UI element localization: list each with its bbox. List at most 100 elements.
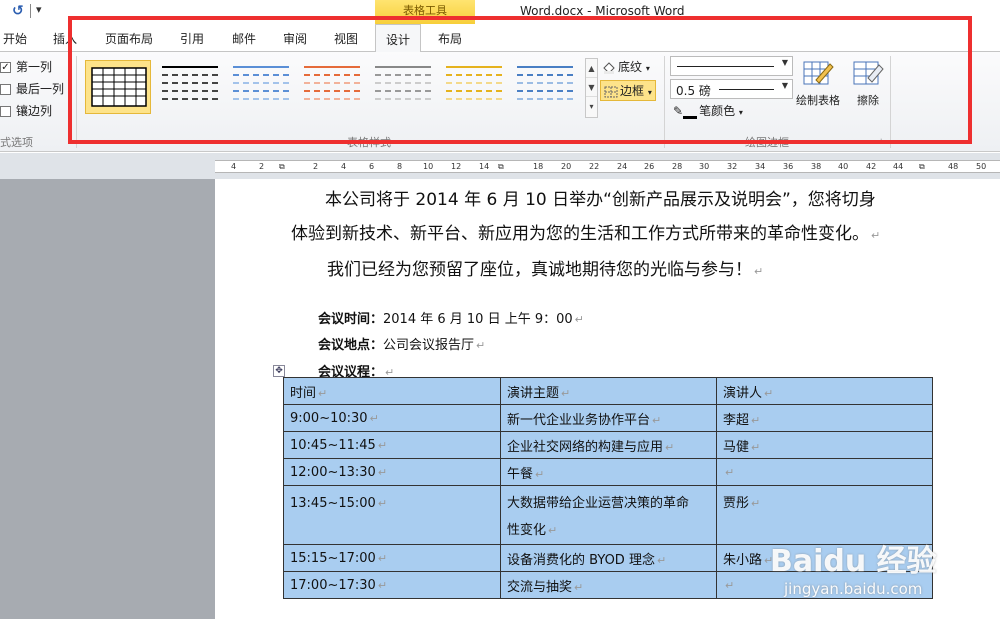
ruler-tick: 32 <box>727 162 738 171</box>
table-style-orange[interactable] <box>299 60 365 114</box>
cell-text: 10:45~11:45 <box>290 437 376 453</box>
cell-mark: ↵ <box>751 413 761 427</box>
customize-qat-icon[interactable]: ▾ <box>36 3 42 16</box>
table-cell[interactable]: 设备消费化的 BYOD 理念 ↵ <box>500 544 717 572</box>
eraser-button[interactable]: 擦除 <box>852 58 884 108</box>
table-cell[interactable]: 时间 ↵ <box>283 377 501 405</box>
checkbox-checked-icon[interactable]: ✓ <box>0 62 11 73</box>
ruler-column-marker[interactable]: ⧉ <box>498 161 504 173</box>
cell-mark: ↵ <box>652 413 662 427</box>
tab-layout[interactable]: 布局 <box>438 30 462 47</box>
paragraph-mark: ↵ <box>754 265 764 278</box>
ribbon-tabs: 开始 插入 页面布局 引用 邮件 审阅 视图 设计 布局 <box>0 24 1000 53</box>
cell-text: 演讲主题 <box>507 385 560 401</box>
group-label-table-styles: 表格样式 <box>347 136 391 149</box>
table-move-handle-icon[interactable]: ✥ <box>273 365 285 377</box>
table-style-grid[interactable] <box>85 60 151 114</box>
ruler-tick: 2 <box>259 162 265 171</box>
table-cell[interactable]: 12:00~13:30 ↵ <box>283 458 501 486</box>
scroll-up-icon[interactable]: ▲ <box>586 59 597 78</box>
ruler-margin-marker[interactable]: ⧉ <box>279 161 285 173</box>
shading-label: 底纹 <box>618 60 643 74</box>
table-cell[interactable]: 新一代企业业务协作平台 ↵ <box>500 404 717 432</box>
horizontal-ruler[interactable]: 4 2 ⧉ 2 4 6 8 10 12 14 ⧉ 18 20 22 24 26 … <box>215 160 1000 173</box>
ruler-tick: 14 <box>479 162 490 171</box>
tab-view[interactable]: 视图 <box>334 30 358 47</box>
table-cell[interactable]: 9:00~10:30 ↵ <box>283 404 501 432</box>
tab-mailings[interactable]: 邮件 <box>232 30 256 47</box>
table-cell[interactable]: 李超 ↵ <box>716 404 933 432</box>
borders-button[interactable]: 边框 ▾ <box>600 80 656 101</box>
ruler-tick: 30 <box>699 162 710 171</box>
table-cell[interactable]: 10:45~11:45 ↵ <box>283 431 501 459</box>
gallery-more-icon[interactable]: ▾ <box>586 97 597 116</box>
dialog-launcher-icon[interactable]: ⌟ <box>878 134 882 144</box>
draw-table-button[interactable]: 绘制表格 <box>796 58 840 108</box>
table-cell[interactable]: 马健 ↵ <box>716 431 933 459</box>
table-cell[interactable]: 15:15~17:00 ↵ <box>283 544 501 572</box>
table-style-gold[interactable] <box>441 60 507 114</box>
ruler-tick: 18 <box>533 162 544 171</box>
table-cell[interactable]: 交流与抽奖 ↵ <box>500 571 717 599</box>
checkbox-unchecked-icon[interactable] <box>0 84 11 95</box>
cell-text: 新一代企业业务协作平台 <box>507 412 651 428</box>
tab-home[interactable]: 开始 <box>3 30 27 47</box>
tab-insert[interactable]: 插入 <box>53 30 77 47</box>
table-style-black[interactable] <box>157 60 223 114</box>
draw-table-icon <box>803 61 834 85</box>
group-label-draw-borders: 绘图边框 <box>745 136 789 149</box>
table-style-gray[interactable] <box>370 60 436 114</box>
table-cell[interactable]: 午餐 ↵ <box>500 458 717 486</box>
invitation-paragraph-line2: 体验到新技术、新平台、新应用为您的生活和工作方式所带来的革命性变化。 ↵ <box>291 219 880 244</box>
table-cell[interactable]: 企业社交网络的构建与应用 ↵ <box>500 431 717 459</box>
checkbox-unchecked-icon[interactable] <box>0 106 11 117</box>
shading-button[interactable]: 底纹 ▾ <box>602 58 650 75</box>
cell-text: 交流与抽奖 <box>507 579 573 595</box>
ruler-tick: 36 <box>783 162 794 171</box>
chevron-down-icon: ▾ <box>645 64 650 73</box>
watermark-url: jingyan.baidu.com <box>784 580 923 598</box>
invitation-paragraph-line1: 本公司将于 2014 年 6 月 10 日举办“创新产品展示及说明会”，您将切身 <box>325 185 876 210</box>
table-style-steel-blue[interactable] <box>512 60 578 114</box>
ruler-tick: 24 <box>617 162 628 171</box>
table-cell[interactable]: ↵ <box>716 458 933 486</box>
pen-color-swatch <box>683 116 698 119</box>
undo-icon[interactable]: ↺ <box>12 3 24 19</box>
cell-mark: ↵ <box>377 465 388 479</box>
ruler-tick: 22 <box>589 162 600 171</box>
paragraph-mark: ↵ <box>476 339 486 352</box>
ruler-tick: 48 <box>948 162 959 171</box>
table-tools-context-header: 表格工具 <box>375 0 475 24</box>
pen-color-button[interactable]: ✎ 笔颜色 ▾ <box>673 102 743 119</box>
tab-page-layout[interactable]: 页面布局 <box>105 30 153 47</box>
checkbox-last-column[interactable]: 最后一列 <box>0 80 64 97</box>
tab-references[interactable]: 引用 <box>180 30 204 47</box>
body-text: 我们已经为您预留了座位，真诚地期待您的光临与参与！ <box>327 260 752 280</box>
meeting-place-line: 会议地点：公司会议报告厅 ↵ <box>318 334 485 353</box>
scroll-down-icon[interactable]: ▼ <box>586 78 597 97</box>
table-cell[interactable]: 17:00~17:30 ↵ <box>283 571 501 599</box>
checkbox-first-column[interactable]: ✓ 第一列 <box>0 58 52 75</box>
tab-design[interactable]: 设计 <box>375 24 422 53</box>
chevron-down-icon[interactable]: ▼ <box>782 58 788 67</box>
tab-review[interactable]: 审阅 <box>283 30 307 47</box>
cell-mark: ↵ <box>751 497 761 510</box>
table-style-blue[interactable] <box>228 60 294 114</box>
chevron-down-icon[interactable]: ▼ <box>782 81 788 90</box>
meeting-time-line: 会议时间：2014 年 6 月 10 日 上午 9：00 ↵ <box>318 308 584 327</box>
line-style-dropdown[interactable]: ▼ <box>670 56 793 76</box>
ruler-margin-marker[interactable]: ⧉ <box>919 161 925 173</box>
table-cell[interactable]: 13:45~15:00 ↵ <box>283 485 501 545</box>
table-cell[interactable]: 演讲主题 ↵ <box>500 377 717 405</box>
table-cell[interactable]: 大数据带给企业运营决策的革命 性变化 ↵ <box>500 485 717 545</box>
eraser-label: 擦除 <box>857 94 879 107</box>
group-separator <box>76 56 77 148</box>
table-cell[interactable]: 演讲人 ↵ <box>716 377 933 405</box>
line-weight-value: 0.5 磅 <box>676 84 711 98</box>
line-weight-dropdown[interactable]: 0.5 磅 ▼ <box>670 79 793 99</box>
line-weight-preview <box>719 89 774 90</box>
cell-mark: ↵ <box>535 467 545 481</box>
checkbox-banded-columns[interactable]: 镶边列 <box>0 102 52 119</box>
gallery-scrollbar[interactable]: ▲ ▼ ▾ <box>585 58 598 118</box>
invitation-paragraph-2: 我们已经为您预留了座位，真诚地期待您的光临与参与！ ↵ <box>327 255 763 280</box>
